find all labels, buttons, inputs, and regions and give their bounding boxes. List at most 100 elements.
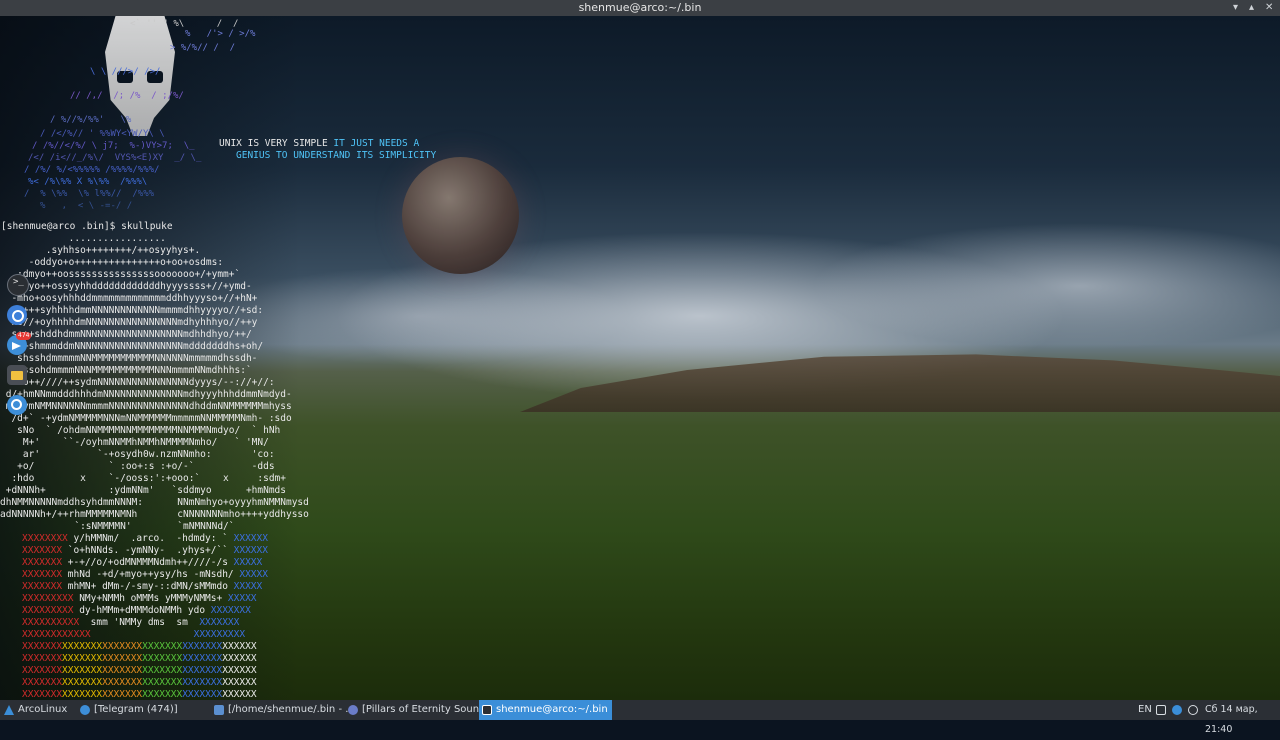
arcolinux-logo-icon: [4, 705, 14, 715]
color-bar-segment: XXXXXXX: [62, 641, 103, 652]
color-bar-segment: XXXXXXX: [142, 677, 183, 688]
color-bar-row: XXXXXXXXXXXXXXXXXXXXXXXXXXXXXXXXXXXXXXXX…: [22, 653, 268, 665]
skull-line: hs//+oyhhhhdmNNNNNNNNNNNNNNNNmdhyhhhyo//…: [0, 317, 258, 328]
color-bar-segment: XXXXXXX: [182, 653, 223, 664]
task-terminal[interactable]: shenmue@arco:~/.bin: [479, 700, 612, 720]
task-file-manager[interactable]: [/home/shenmue/.bin - ...: [214, 700, 355, 720]
color-bar-segment: XXXXXXX: [102, 641, 143, 652]
color-bar-segment: XXXXXXX: [182, 641, 223, 652]
logo-text: mhMN+ dMm-/-smy-::dMN/sMMmdo: [62, 581, 234, 592]
terminal-icon: [482, 705, 492, 715]
logo-text: smm 'NMMy dms sm: [79, 617, 200, 628]
close-icon[interactable]: ✕: [1265, 0, 1273, 16]
window-titlebar[interactable]: shenmue@arco:~/.bin ▾ ▴ ✕: [0, 0, 1280, 16]
skull-line: adNNNNNh+/++rhmMMMMMNMNh cNNNNNNNmho++++…: [0, 509, 309, 520]
taskbar: ArcoLinux [Telegram (474)] [/home/shenmu…: [0, 700, 1280, 735]
task-label: [Telegram (474)]: [94, 704, 178, 715]
color-bar-segment: XXXXXXX: [102, 665, 143, 676]
task-media-player[interactable]: [Pillars of Eternity Soun...: [348, 700, 489, 720]
color-bar-segment: XXXXXXX: [182, 677, 223, 688]
skull-line: +o/ ` :oo+:s :+o/-` -dds: [0, 461, 275, 472]
unix-quote: UNIX IS VERY SIMPLE IT JUST NEEDS A GENI…: [219, 138, 436, 162]
skull-line: .................: [0, 233, 166, 244]
color-bar-segment: XXXXXXX: [142, 653, 183, 664]
logo-line: XXXXXXXX y/hMMNm/ .arco. -hdmdy: ` XXXXX…: [22, 533, 268, 545]
color-bar-segment: XXXXXXX: [22, 665, 63, 676]
color-bar-row: XXXXXXXXXXXXXXXXXXXXXXXXXXXXXXXXXXXXXXXX…: [22, 641, 268, 653]
folder-icon: [214, 705, 224, 715]
color-bar-segment: XXXXXXX: [142, 689, 183, 700]
quote-colored-1: IT JUST NEEDS A: [333, 138, 420, 149]
skull-line: hmyo++ossyyhhddddddddddddhyyyssss+//+ymd…: [0, 281, 252, 292]
logo-red-block: XXXXXXXXX: [22, 593, 74, 604]
color-bar-segment: XXXXXX: [222, 689, 257, 700]
clock[interactable]: Сб 14 мар, 21:40: [1205, 700, 1280, 740]
files-launcher-icon[interactable]: [7, 365, 27, 385]
logo-red-block: XXXXXXXXXXXX: [22, 629, 91, 640]
logo-text: [91, 629, 194, 640]
skull-line: d/+hmNNmmdddhhhdmNNNNNNNNNNNNNNmdhyyyhhh…: [0, 389, 292, 400]
skull-line: .syhhso++++++++/++osyyhys+.: [0, 245, 201, 256]
telegram-launcher-icon[interactable]: 474: [7, 332, 32, 355]
logo-line: XXXXXXXXXX smm 'NMMy dms sm XXXXXXX: [22, 617, 268, 629]
task-telegram[interactable]: [Telegram (474)]: [80, 700, 178, 720]
task-label: [/home/shenmue/.bin - ...: [228, 704, 355, 715]
color-bar-segment: XXXXXXX: [22, 641, 63, 652]
logo-blue-block: XXXXX: [227, 593, 257, 604]
maximize-icon[interactable]: ▴: [1249, 0, 1254, 16]
logo-blue-block: XXXXXX: [233, 533, 268, 544]
minimize-icon[interactable]: ▾: [1233, 0, 1238, 16]
quote-colored-2: GENIUS TO UNDERSTAND ITS SIMPLICITY: [236, 150, 437, 161]
color-bar-segment: XXXXXXX: [22, 677, 63, 688]
color-bar-segment: XXXXXXX: [62, 665, 103, 676]
logo-blue-block: XXXXXXX: [199, 617, 240, 628]
task-label: shenmue@arco:~/.bin: [496, 704, 608, 715]
logo-line: XXXXXXXXXXXX XXXXXXXXX: [22, 629, 268, 641]
arco-ascii-logo: XXXXXXXX y/hMMNm/ .arco. -hdmdy: ` XXXXX…: [22, 533, 268, 701]
telegram-tray-icon[interactable]: [1172, 705, 1182, 715]
logo-red-block: XXXXXXX: [22, 569, 63, 580]
terminal-output[interactable]: <` '' " %\ / / % /'> / >/% > %/%// / / \…: [0, 16, 436, 701]
color-bar-segment: XXXXXX: [222, 641, 257, 652]
color-bar-row: XXXXXXXXXXXXXXXXXXXXXXXXXXXXXXXXXXXXXXXX…: [22, 665, 268, 677]
color-bar-segment: XXXXXXX: [182, 689, 223, 700]
color-bar-segment: XXXXXXX: [102, 653, 143, 664]
color-bar-segment: XXXXXXX: [62, 653, 103, 664]
logo-red-block: XXXXXXX: [22, 557, 63, 568]
skull-line: oo++////++sydmNNNNNNNNNNNNNNNNdyyys/--:/…: [0, 377, 275, 388]
telegram-badge: 474: [16, 332, 32, 340]
skull-line: hs+shmmmddmNNNNNNNNNNNNNNNNNNNmdddddddhs…: [0, 341, 264, 352]
keyboard-layout-indicator[interactable]: EN: [1138, 700, 1152, 720]
skull-line: /d+` -+ydmNMMMMMNNNmNNMMMMMMmmmmmNNMMMMM…: [0, 413, 292, 424]
skull-line: M+' ``-/oyhmNNMMhNMMhNMMMMNmho/ ` 'MN/: [0, 437, 269, 448]
color-bar-segment: XXXXXXX: [62, 689, 103, 700]
skull-line: :dmyo++oosssssssssssssssooooooo+/+ymm+`: [0, 269, 241, 280]
skull-line: -oddyo+o+++++++++++++++o+oo+osdms:: [0, 257, 224, 268]
volume-icon[interactable]: [1188, 705, 1198, 715]
notification-icon[interactable]: [1156, 705, 1166, 715]
logo-red-block: XXXXXXX: [22, 545, 63, 556]
logo-red-block: XXXXXXXXX: [22, 605, 74, 616]
logo-blue-block: XXXXX: [239, 569, 268, 580]
glitch-skull-art: <` '' " %\ / / % /'> / >/% > %/%// / / \…: [10, 16, 255, 216]
color-bar-segment: XXXXXX: [222, 677, 257, 688]
telegram-icon: [80, 705, 90, 715]
logo-blue-block: XXXXXXXXX: [193, 629, 246, 640]
color-bar-segment: XXXXXX: [222, 665, 257, 676]
ascii-skull: ................. .syhhso++++++++/++osyy…: [0, 233, 309, 533]
search-launcher-icon[interactable]: [7, 395, 27, 415]
terminal-launcher-icon[interactable]: >_: [7, 274, 29, 296]
media-icon: [348, 705, 358, 715]
start-menu-button[interactable]: ArcoLinux: [4, 700, 67, 720]
logo-line: XXXXXXX mhMN+ dMm-/-smy-::dMN/sMMmdo XXX…: [22, 581, 268, 593]
skull-line: s+++shddhdmmNNNNNNNNNNNNNNNNNNmdhhdhyo/+…: [0, 329, 252, 340]
logo-text: mhNd -+d/+myo++ysy/hs -mNsdh/: [62, 569, 240, 580]
skull-line: my+++syhhhhdmmNNNNNNNNNNNNmmmmdhhyyyyo//…: [0, 305, 264, 316]
color-bar-segment: XXXXXXX: [142, 641, 183, 652]
skull-line: dhNMMNNNNNmddhsyhdmmNNNM: NNmNmhyo+oyyyh…: [0, 497, 309, 508]
logo-text: +-+//o/+odMNMMMNdmh++////-/s: [62, 557, 234, 568]
start-menu-label: ArcoLinux: [18, 704, 68, 715]
browser-launcher-icon[interactable]: [7, 305, 27, 325]
color-bar-segment: XXXXXXX: [62, 677, 103, 688]
color-bar-row: XXXXXXXXXXXXXXXXXXXXXXXXXXXXXXXXXXXXXXXX…: [22, 677, 268, 689]
